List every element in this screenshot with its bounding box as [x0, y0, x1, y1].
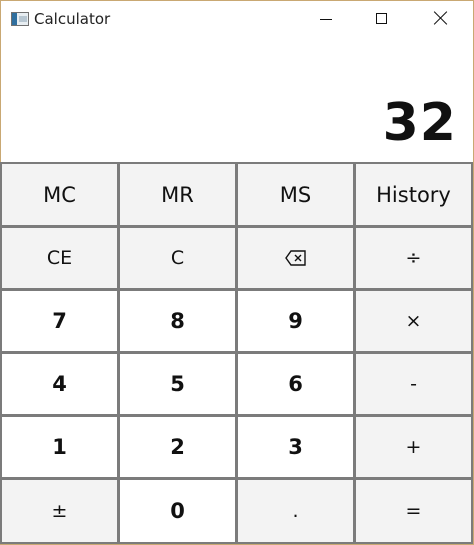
calculator-keypad: MC MR MS History CE C ÷ 7 8 9 × 4 5 6 - … [0, 162, 473, 544]
digit-0-button[interactable]: 0 [118, 478, 237, 544]
history-label: History [376, 182, 451, 207]
decimal-button[interactable]: . [236, 478, 355, 544]
memory-store-label: MS [279, 182, 312, 207]
plus-button[interactable]: + [354, 415, 473, 479]
digit-8-button[interactable]: 8 [118, 289, 237, 353]
digit-3-label: 3 [288, 435, 303, 459]
digit-1-button[interactable]: 1 [0, 415, 119, 479]
minus-button[interactable]: - [354, 352, 473, 416]
digit-9-label: 9 [288, 309, 303, 333]
backspace-icon [284, 250, 306, 266]
digit-6-button[interactable]: 6 [236, 352, 355, 416]
digit-8-label: 8 [170, 309, 185, 333]
plus-label: + [405, 436, 422, 458]
clear-entry-button[interactable]: CE [0, 226, 119, 290]
clear-entry-label: CE [46, 247, 73, 269]
title-bar[interactable]: Calculator [1, 1, 473, 37]
digit-2-button[interactable]: 2 [118, 415, 237, 479]
multiply-button[interactable]: × [354, 289, 473, 353]
clear-button[interactable]: C [118, 226, 237, 290]
digit-3-button[interactable]: 3 [236, 415, 355, 479]
digit-4-label: 4 [52, 372, 67, 396]
calculator-display: 32 [1, 37, 473, 163]
calculator-window: Calculator 32 MC MR MS History CE C ÷ 7 … [0, 0, 474, 545]
equals-button[interactable]: = [354, 478, 473, 544]
close-icon [433, 10, 449, 26]
digit-5-label: 5 [170, 372, 185, 396]
digit-7-label: 7 [52, 309, 67, 333]
window-title: Calculator [34, 10, 111, 28]
memory-recall-button[interactable]: MR [118, 162, 237, 227]
plus-minus-button[interactable]: ± [0, 478, 119, 544]
calculator-app-icon [11, 12, 29, 26]
digit-5-button[interactable]: 5 [118, 352, 237, 416]
minimize-button[interactable] [297, 1, 355, 37]
digit-2-label: 2 [170, 435, 185, 459]
divide-button[interactable]: ÷ [354, 226, 473, 290]
display-value: 32 [382, 93, 457, 153]
digit-9-button[interactable]: 9 [236, 289, 355, 353]
maximize-button[interactable] [354, 1, 412, 37]
decimal-label: . [292, 500, 299, 522]
minimize-icon [320, 19, 332, 20]
equals-label: = [405, 500, 422, 522]
memory-store-button[interactable]: MS [236, 162, 355, 227]
memory-clear-button[interactable]: MC [0, 162, 119, 227]
digit-4-button[interactable]: 4 [0, 352, 119, 416]
multiply-label: × [405, 310, 422, 332]
divide-label: ÷ [405, 247, 422, 269]
close-button[interactable] [412, 1, 470, 37]
digit-1-label: 1 [52, 435, 67, 459]
memory-recall-label: MR [161, 182, 194, 207]
digit-6-label: 6 [288, 372, 303, 396]
memory-clear-label: MC [43, 182, 76, 207]
history-button[interactable]: History [354, 162, 473, 227]
plus-minus-label: ± [51, 500, 68, 522]
digit-7-button[interactable]: 7 [0, 289, 119, 353]
backspace-button[interactable] [236, 226, 355, 290]
clear-label: C [170, 247, 185, 269]
minus-label: - [410, 373, 417, 395]
digit-0-label: 0 [170, 499, 185, 523]
maximize-icon [376, 13, 387, 24]
